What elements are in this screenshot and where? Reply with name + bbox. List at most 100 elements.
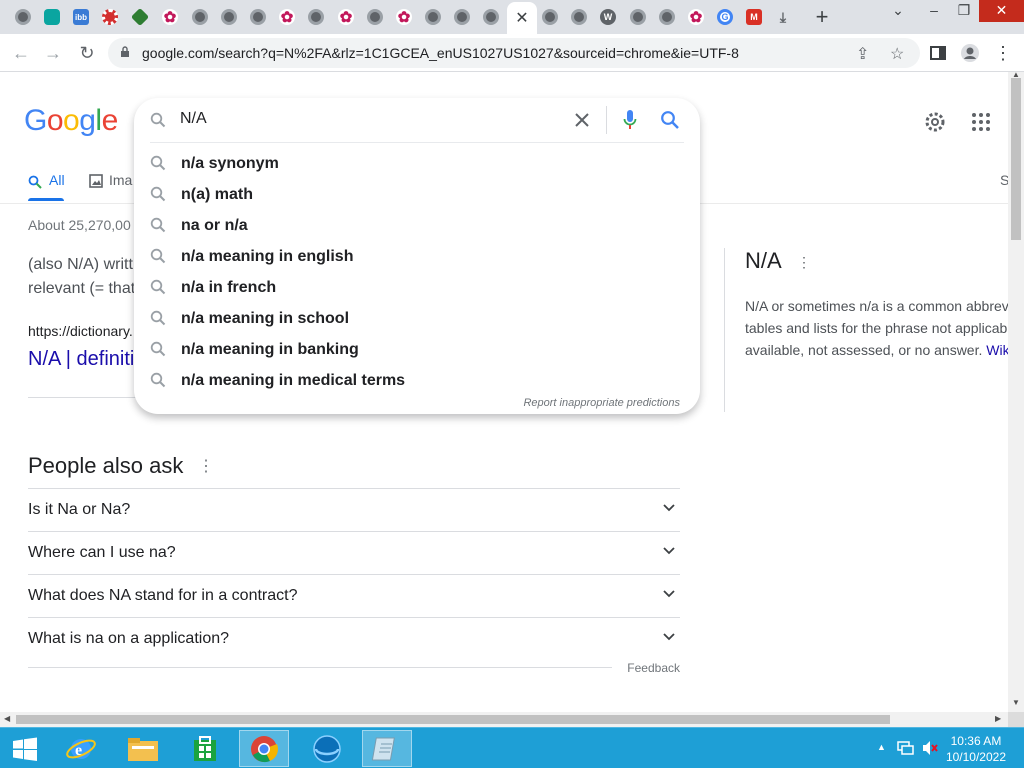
suggestion-item[interactable]: n/a meaning in english: [134, 241, 700, 272]
browser-tab[interactable]: ⤓: [770, 4, 796, 30]
knowledge-panel-more-icon[interactable]: ⋮: [797, 254, 811, 271]
taskbar-app[interactable]: [302, 730, 352, 767]
google-logo[interactable]: Google: [24, 104, 118, 138]
paa-more-icon[interactable]: ⋮: [198, 456, 214, 476]
paa-question[interactable]: Where can I use na?: [28, 531, 680, 574]
apps-grid-icon[interactable]: [971, 112, 991, 132]
taskbar-store[interactable]: [180, 730, 230, 767]
suggestion-item[interactable]: n/a meaning in banking: [134, 334, 700, 365]
tab-all[interactable]: All: [49, 172, 65, 188]
system-clock[interactable]: 10:36 AM 10/10/2022: [946, 733, 1006, 765]
browser-tab[interactable]: ✿: [157, 4, 183, 30]
browser-tab[interactable]: G: [712, 4, 738, 30]
browser-tab[interactable]: [362, 4, 388, 30]
suggestion-text: n(a) math: [181, 186, 253, 203]
suggestion-item[interactable]: n/a meaning in medical terms: [134, 365, 700, 396]
browser-tab[interactable]: [625, 4, 651, 30]
taskbar-notepad[interactable]: [362, 730, 412, 767]
star-icon[interactable]: ☆: [890, 44, 904, 64]
search-autocomplete: N/A n/a synonym n(a) math na or n/a n/a mea…: [134, 98, 700, 414]
browser-tab[interactable]: [303, 4, 329, 30]
browser-tab[interactable]: [10, 4, 36, 30]
knowledge-panel-divider: [724, 248, 725, 412]
browser-tab[interactable]: ✿: [391, 4, 417, 30]
window-close-button[interactable]: ✕: [979, 0, 1024, 22]
side-panel-icon[interactable]: [928, 43, 948, 63]
clear-search-icon[interactable]: [573, 111, 591, 129]
browser-tab[interactable]: [420, 4, 446, 30]
images-tab-icon: [89, 174, 103, 188]
browser-tab[interactable]: [245, 4, 271, 30]
reload-button[interactable]: ↻: [74, 40, 100, 66]
browser-tab[interactable]: [127, 4, 153, 30]
browser-tab[interactable]: M: [741, 4, 767, 30]
start-button[interactable]: [0, 730, 50, 767]
browser-tab[interactable]: W: [595, 4, 621, 30]
result-title-link[interactable]: N/A | definiti: [28, 348, 134, 371]
address-bar[interactable]: google.com/search?q=N%2FA&rlz=1C1GCEA_en…: [108, 38, 920, 68]
browser-tab[interactable]: ✿: [333, 4, 359, 30]
browser-tab[interactable]: [478, 4, 504, 30]
taskbar-ie[interactable]: e: [56, 730, 106, 767]
volume-muted-icon[interactable]: [922, 740, 938, 756]
forward-button[interactable]: →: [40, 40, 66, 66]
suggestion-item[interactable]: na or n/a: [134, 210, 700, 241]
globe-icon: [308, 9, 324, 25]
network-icon[interactable]: [897, 740, 915, 756]
suggestion-item[interactable]: n(a) math: [134, 179, 700, 210]
paa-question[interactable]: What does NA stand for in a contract?: [28, 574, 680, 617]
scroll-right-arrow-icon[interactable]: ▶: [995, 714, 1001, 723]
globe-icon: [454, 9, 470, 25]
browser-tab[interactable]: [654, 4, 680, 30]
suggestion-item[interactable]: n/a meaning in school: [134, 303, 700, 334]
chrome-icon: [251, 735, 278, 762]
browser-tab[interactable]: [537, 4, 563, 30]
tray-expand-icon[interactable]: ▲: [877, 742, 886, 752]
tab-images[interactable]: Ima: [109, 172, 132, 188]
logo-letter: o: [63, 104, 80, 137]
scroll-up-arrow-icon[interactable]: ▲: [1012, 70, 1020, 79]
kp-wiki-link[interactable]: Wik: [986, 342, 1008, 358]
new-tab-button[interactable]: +: [810, 4, 834, 30]
suggestion-text: n/a meaning in banking: [181, 341, 359, 358]
taskbar-chrome[interactable]: [239, 730, 289, 767]
browser-tab[interactable]: [39, 4, 65, 30]
browser-tab[interactable]: [97, 4, 123, 30]
browser-tab[interactable]: ✿: [274, 4, 300, 30]
scroll-down-arrow-icon[interactable]: ▼: [1012, 698, 1020, 707]
browser-tab[interactable]: [449, 4, 475, 30]
back-button[interactable]: ←: [8, 40, 34, 66]
dropdown-separator: [150, 142, 684, 143]
horizontal-scroll-thumb[interactable]: [16, 715, 890, 724]
paa-question[interactable]: Is it Na or Na?: [28, 488, 680, 531]
browser-tab[interactable]: ✿: [683, 4, 709, 30]
tab-settings-partial[interactable]: S: [1000, 172, 1008, 188]
vertical-scroll-thumb[interactable]: [1011, 78, 1021, 240]
tab-search-icon[interactable]: ⌄: [880, 0, 916, 22]
search-input[interactable]: N/A: [180, 110, 207, 128]
browser-tab[interactable]: [216, 4, 242, 30]
vertical-scrollbar[interactable]: ▲ ▼: [1008, 70, 1024, 712]
browser-tab[interactable]: ibb: [68, 4, 94, 30]
report-predictions-link[interactable]: Report inappropriate predictions: [523, 397, 680, 409]
globe-icon: [542, 9, 558, 25]
taskbar-explorer[interactable]: [118, 730, 168, 767]
google-results-page: Google All Ima S About 25,270,00 (also N…: [0, 72, 1008, 712]
active-tab-close-button[interactable]: ✕: [507, 2, 537, 34]
close-icon[interactable]: ✕: [515, 8, 528, 28]
scroll-left-arrow-icon[interactable]: ◀: [4, 714, 10, 723]
menu-kebab-icon[interactable]: ⋮: [990, 40, 1016, 66]
share-icon[interactable]: ⇪: [856, 44, 869, 64]
search-submit-icon[interactable]: [660, 110, 680, 130]
profile-avatar-icon[interactable]: [960, 43, 980, 63]
suggestion-item[interactable]: n/a in french: [134, 272, 700, 303]
browser-tab[interactable]: [187, 4, 213, 30]
horizontal-scrollbar[interactable]: ◀ ▶: [0, 712, 1008, 727]
browser-tab[interactable]: [566, 4, 592, 30]
settings-gear-icon[interactable]: [923, 110, 947, 134]
feedback-link[interactable]: Feedback: [627, 661, 680, 675]
restore-button[interactable]: ❐: [946, 0, 982, 22]
voice-search-icon[interactable]: [623, 109, 637, 131]
suggestion-item[interactable]: n/a synonym: [134, 148, 700, 179]
paa-question[interactable]: What is na on a application?: [28, 617, 680, 660]
